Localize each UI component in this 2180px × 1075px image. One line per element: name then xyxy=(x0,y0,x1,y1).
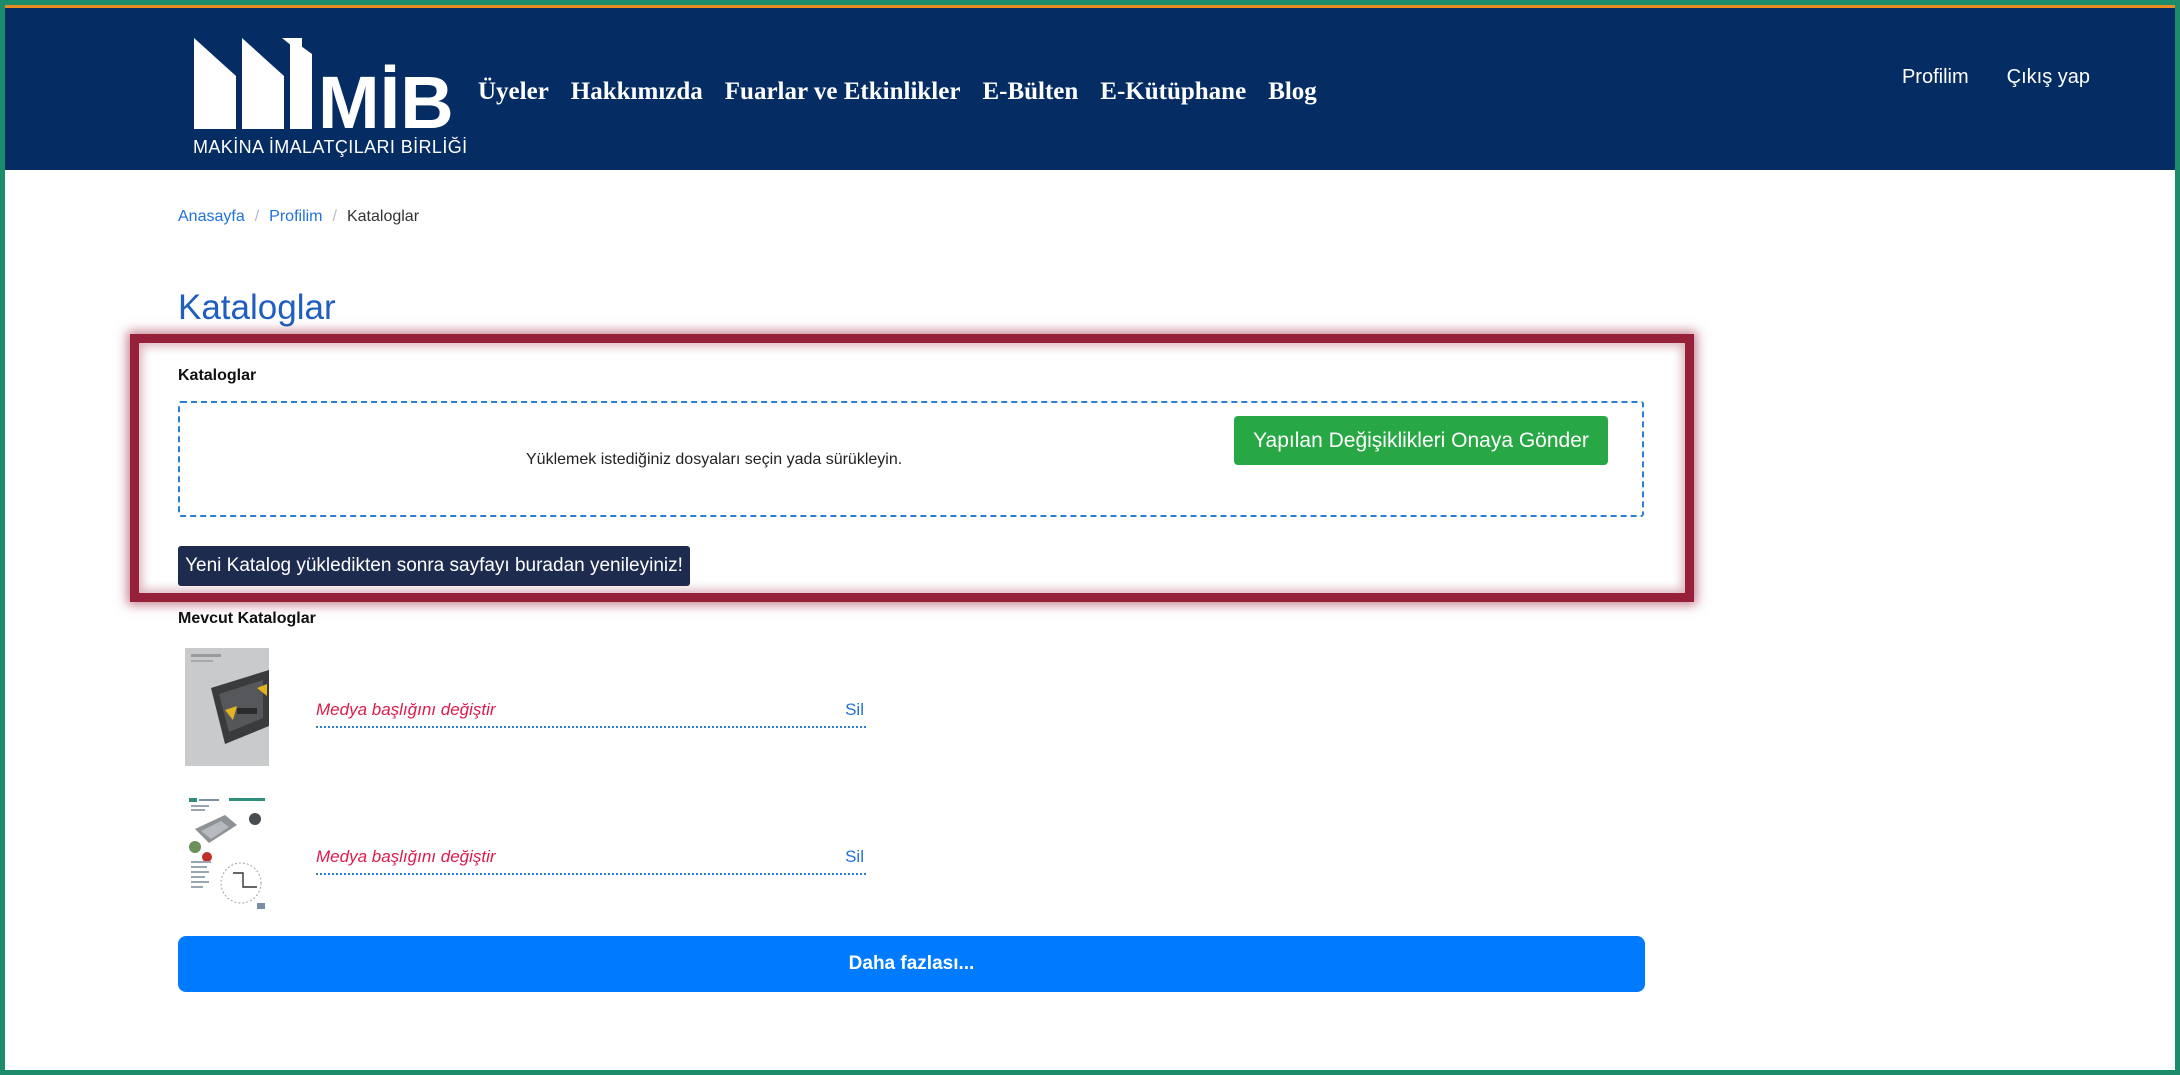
navbar: MİB MAKİNA İMALATÇILARI BİRLİĞİ Üyeler H… xyxy=(0,8,2180,170)
existing-catalogs-label: Mevcut Kataloglar xyxy=(178,610,316,627)
breadcrumb-separator: / xyxy=(254,208,260,225)
refresh-page-button[interactable]: Yeni Katalog yükledikten sonra sayfayı b… xyxy=(178,546,690,586)
media-title-edit[interactable]: Medya başlığını değiştir Sil xyxy=(316,847,866,875)
dropzone-text: Yüklemek istediğiniz dosyaları seçin yad… xyxy=(526,451,903,468)
media-title-edit[interactable]: Medya başlığını değiştir Sil xyxy=(316,700,866,728)
media-title-text: Medya başlığını değiştir xyxy=(316,847,496,866)
catalog-item: Medya başlığını değiştir Sil xyxy=(178,648,868,772)
logout-link[interactable]: Çıkış yap xyxy=(2007,66,2090,89)
nav-item-blog[interactable]: Blog xyxy=(1268,78,1317,106)
mib-logo-icon: MİB xyxy=(194,38,452,136)
breadcrumb-current: Kataloglar xyxy=(346,208,420,225)
submit-changes-button[interactable]: Yapılan Değişiklikleri Onaya Gönder xyxy=(1234,416,1608,465)
main-nav: Üyeler Hakkımızda Fuarlar ve Etkinlikler… xyxy=(478,78,1317,106)
breadcrumb-home[interactable]: Anasayfa xyxy=(178,208,245,226)
nav-item-members[interactable]: Üyeler xyxy=(478,78,549,106)
catalog-cover-icon xyxy=(185,795,269,913)
user-nav: Profilim Çıkış yap xyxy=(1902,66,2090,89)
breadcrumb-separator: / xyxy=(332,208,337,225)
upload-section-label: Kataloglar xyxy=(178,367,257,384)
page-title: Kataloglar xyxy=(178,288,336,327)
load-more-button[interactable]: Daha fazlası... xyxy=(178,936,1645,992)
catalog-item: Medya başlığını değiştir Sil xyxy=(178,795,868,919)
nav-item-fairs-events[interactable]: Fuarlar ve Etkinlikler xyxy=(725,78,961,106)
nav-item-e-bulletin[interactable]: E-Bülten xyxy=(982,78,1078,106)
delete-link[interactable]: Sil xyxy=(845,847,864,867)
top-accent-strip xyxy=(0,0,2180,8)
catalog-cover-icon xyxy=(185,648,269,766)
site-logo[interactable]: MİB MAKİNA İMALATÇILARI BİRLİĞİ xyxy=(192,36,467,164)
nav-item-about[interactable]: Hakkımızda xyxy=(571,78,703,106)
media-title-text: Medya başlığını değiştir xyxy=(316,700,496,719)
nav-item-e-library[interactable]: E-Kütüphane xyxy=(1100,78,1246,106)
catalog-thumbnail[interactable] xyxy=(185,795,269,913)
delete-link[interactable]: Sil xyxy=(845,700,864,720)
logo-caption: MAKİNA İMALATÇILARI BİRLİĞİ xyxy=(193,137,468,157)
profile-link[interactable]: Profilim xyxy=(1902,66,1969,89)
breadcrumb-profile[interactable]: Profilim xyxy=(269,208,322,226)
logo-wordmark: MİB xyxy=(318,61,452,136)
catalog-thumbnail[interactable] xyxy=(185,648,269,766)
breadcrumb: Anasayfa / Profilim / Kataloglar xyxy=(178,208,419,226)
